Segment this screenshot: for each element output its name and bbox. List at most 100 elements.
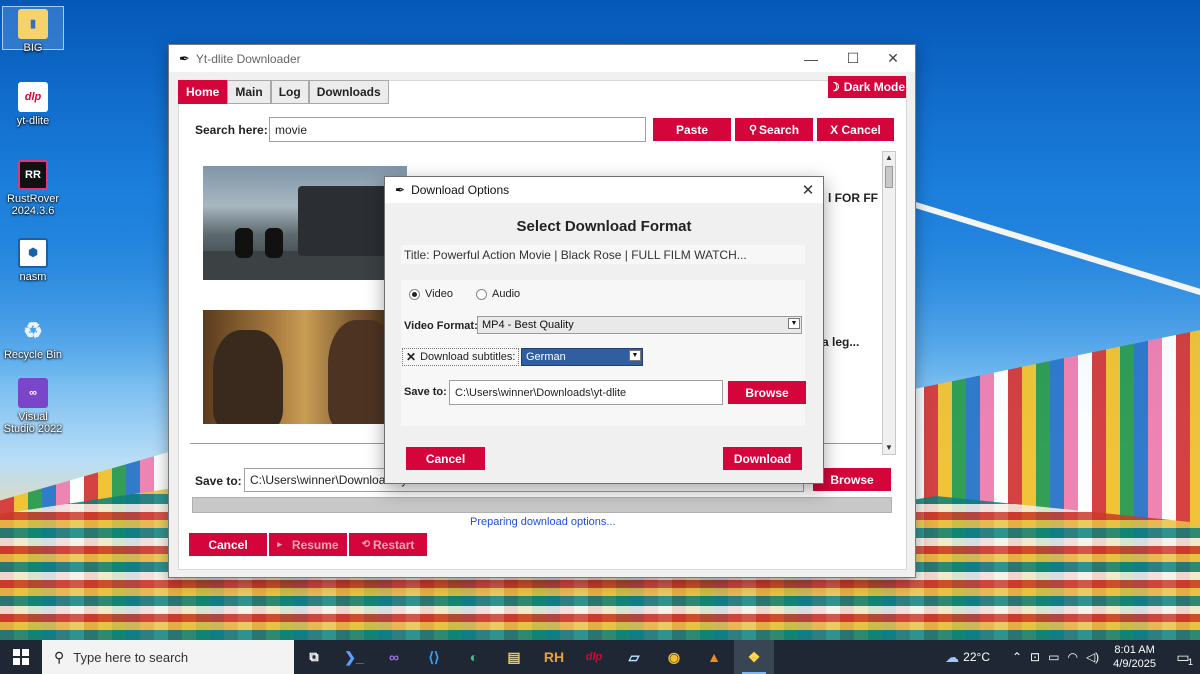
dialog-title: Download Options: [411, 183, 510, 197]
powershell-icon[interactable]: ❯_: [334, 640, 374, 674]
feather-icon: ✒: [179, 50, 190, 66]
video-format-label: Video Format:: [404, 320, 478, 332]
notifications-button[interactable]: ▭ 1: [1166, 640, 1200, 674]
python-icon[interactable]: ❖: [734, 640, 774, 674]
radio-unselected-icon: [476, 288, 487, 300]
scrollbar-thumb[interactable]: [885, 166, 893, 188]
recycle-bin-icon: ♻: [23, 318, 43, 343]
desktop-icon-visual-studio[interactable]: ∞ Visual Studio 2022: [2, 378, 64, 435]
desktop-icon-nasm[interactable]: ⬢ nasm: [2, 238, 64, 283]
desktop-icon-recycle-bin[interactable]: ♻ Recycle Bin: [2, 316, 64, 362]
clock[interactable]: 8:01 AM 4/9/2025: [1113, 643, 1156, 671]
restart-button[interactable]: ⟲ Restart: [349, 533, 427, 556]
download-progress-bar: [192, 497, 892, 513]
dialog-heading: Select Download Format: [516, 218, 692, 235]
battery-icon[interactable]: ▭: [1048, 650, 1059, 664]
paste-button[interactable]: Paste: [653, 118, 731, 141]
checkbox-checked-icon: ✕: [406, 350, 417, 364]
moon-icon: ☽: [828, 80, 840, 94]
file-explorer-icon[interactable]: ▤: [494, 640, 534, 674]
subtitles-checkbox[interactable]: ✕ Download subtitles:: [402, 348, 520, 366]
yt-dlite-icon: dlp: [18, 82, 48, 112]
volume-icon[interactable]: ◁): [1086, 650, 1099, 664]
video-title-text: Title: Powerful Action Movie | Black Ros…: [401, 245, 805, 264]
clock-time: 8:01 AM: [1114, 644, 1155, 656]
desktop-icon-big[interactable]: ▮ BIG: [2, 6, 64, 54]
tab-downloads[interactable]: Downloads: [308, 80, 389, 104]
nasm-icon: ⬢: [18, 238, 48, 268]
status-text: Preparing download options...: [470, 516, 616, 528]
result-thumbnail[interactable]: [203, 310, 407, 424]
window-title: Yt-dlite Downloader: [195, 51, 301, 66]
windows-icon: [13, 649, 29, 665]
dialog-save-path-input[interactable]: C:\Users\winner\Downloads\yt-dlite: [449, 380, 723, 405]
restart-icon: ⟲: [361, 539, 371, 550]
dark-mode-button[interactable]: ☽ Dark Mode: [828, 76, 906, 98]
chevron-up-icon[interactable]: ⌃: [1012, 650, 1022, 664]
browse-button[interactable]: Browse: [813, 468, 891, 491]
close-icon[interactable]: ✕: [793, 177, 823, 203]
task-view-icon[interactable]: ⧉: [294, 640, 334, 674]
save-to-label: Save to:: [195, 474, 242, 488]
download-options-dialog: ✒ Download Options ✕ Select Download For…: [384, 176, 824, 484]
download-button[interactable]: Download: [723, 447, 802, 470]
visual-studio-icon: ∞: [18, 378, 48, 408]
search-icon: ⚲: [748, 124, 758, 136]
notepad-icon[interactable]: ▱: [614, 640, 654, 674]
notification-count: 1: [1187, 657, 1193, 667]
visual-studio-icon[interactable]: ∞: [374, 640, 414, 674]
vscode-icon[interactable]: ⟨⟩: [414, 640, 454, 674]
thumbnail-rider: [235, 228, 253, 258]
system-tray: ☁ 22°C ⌃ ⊡ ▭ ◠ ◁) 8:01 AM 4/9/2025 ▭ 1: [945, 640, 1200, 674]
tab-bar: Home Main Log Downloads: [178, 80, 389, 104]
thumbnail-figure: [213, 330, 283, 424]
close-button[interactable]: ✕: [873, 45, 913, 72]
maximize-button[interactable]: ☐: [833, 45, 873, 72]
tab-home[interactable]: Home: [178, 80, 228, 104]
rustrover-icon: RR: [18, 160, 48, 190]
cancel-download-button[interactable]: Cancel: [189, 533, 267, 556]
taskbar-search[interactable]: ⚲ Type here to search: [42, 640, 294, 674]
tab-main[interactable]: Main: [227, 80, 271, 104]
vlc-icon[interactable]: ▲: [694, 640, 734, 674]
chrome-icon[interactable]: ◉: [654, 640, 694, 674]
results-scrollbar[interactable]: ▲ ▼: [882, 151, 896, 455]
yt-dlite-icon[interactable]: dlp: [574, 640, 614, 674]
scroll-down-icon[interactable]: ▼: [884, 443, 894, 453]
result-title[interactable]: l FOR FF: [828, 191, 878, 205]
video-radio[interactable]: Video: [409, 288, 453, 300]
dialog-title-bar[interactable]: ✒ Download Options ✕: [385, 177, 823, 203]
tab-log[interactable]: Log: [270, 80, 309, 104]
dialog-cancel-button[interactable]: Cancel: [406, 447, 485, 470]
result-title[interactable]: a leg...: [822, 335, 859, 349]
desktop-icon-yt-dlite[interactable]: dlp yt-dlite: [2, 82, 64, 127]
search-label: Search here:: [195, 123, 268, 137]
search-button[interactable]: ⚲ Search: [735, 118, 813, 141]
scroll-up-icon[interactable]: ▲: [884, 153, 894, 163]
subtitle-language-select[interactable]: German ▼: [521, 348, 643, 366]
title-bar[interactable]: ✒ Yt-dlite Downloader — ☐ ✕: [169, 45, 915, 72]
meet-now-icon[interactable]: ⊡: [1030, 650, 1040, 664]
weather-icon[interactable]: ☁: [945, 649, 959, 666]
dialog-browse-button[interactable]: Browse: [728, 381, 806, 404]
search-icon: ⚲: [54, 648, 65, 665]
minimize-button[interactable]: —: [791, 45, 831, 72]
start-button[interactable]: [0, 640, 42, 674]
cancel-search-button[interactable]: X Cancel: [817, 118, 894, 141]
taskbar: ⚲ Type here to search ⧉ ❯_ ∞ ⟨⟩ ◐ ▤ RH d…: [0, 640, 1200, 674]
wifi-icon[interactable]: ◠: [1067, 650, 1077, 664]
video-format-select[interactable]: MP4 - Best Quality ▼: [477, 316, 802, 334]
thumbnail-bus: [298, 186, 388, 256]
feather-icon: ✒: [395, 183, 406, 197]
edge-icon[interactable]: ◐: [454, 640, 494, 674]
search-input[interactable]: movie: [269, 117, 646, 142]
weather-temperature[interactable]: 22°C: [963, 650, 990, 664]
resume-button[interactable]: ▸ Resume: [269, 533, 347, 556]
desktop-icon-rustrover[interactable]: RR RustRover 2024.3.6: [2, 160, 64, 217]
radio-selected-icon: [409, 288, 420, 300]
chevron-down-icon: ▼: [788, 318, 800, 329]
rubymine-icon[interactable]: RH: [534, 640, 574, 674]
play-icon: ▸: [277, 539, 282, 549]
audio-radio[interactable]: Audio: [476, 288, 520, 300]
result-thumbnail[interactable]: [203, 166, 407, 280]
